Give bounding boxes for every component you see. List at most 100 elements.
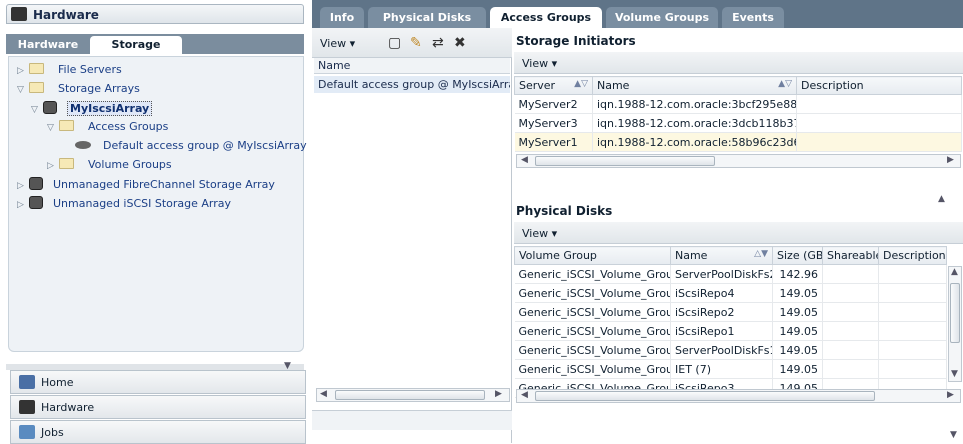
cell-name: iqn.1988-12.com.oracle:58b96c23d636 [592,132,797,152]
sort-icon[interactable]: △▼ [754,249,768,259]
hardware-icon [19,400,35,414]
tab-info[interactable]: Info [320,7,364,28]
hardware-icon [11,7,27,21]
column-header-name[interactable]: Name [314,58,510,74]
table-row[interactable]: MyServer2 iqn.1988-12.com.oracle:3bcf295… [514,94,962,114]
tree-item-volume-groups[interactable]: ▷ Volume Groups [47,158,172,176]
table-row[interactable]: MyServer3 iqn.1988-12.com.oracle:3dcb118… [514,113,962,133]
cell-name: iqn.1988-12.com.oracle:3dcb118b3711 [592,113,797,133]
cell-server: MyServer2 [514,94,593,114]
list-item[interactable]: Default access group @ MyIscsiArray [314,76,510,93]
cell-name: IET (7) [670,359,773,379]
scroll-right-icon[interactable]: ▶ [495,389,502,399]
present-icon[interactable]: ⇄ [432,36,448,50]
column-header-name[interactable]: Name ▲▽ [592,76,797,95]
edit-icon[interactable]: ✎ [410,36,426,50]
section-title-physical-disks: Physical Disks [516,204,613,218]
cell-size: 149.05 [772,321,823,341]
access-group-list: View ▾ ▢ ✎ ⇄ ✖ Name Default access group… [312,28,512,443]
horizontal-scrollbar[interactable]: ◀ ▶ [316,388,510,402]
tab-events[interactable]: Events [722,7,784,28]
column-header-name[interactable]: Name △▼ [670,246,773,265]
tab-hardware[interactable]: Hardware [10,36,86,54]
scroll-up-icon[interactable]: ▲ [951,267,958,277]
table-row[interactable]: Generic_iSCSI_Volume_Group ServerPoolDisk… [514,340,947,360]
cell-shareable [822,283,879,303]
tree-item-unmanaged-iscsi[interactable]: ▷ Unmanaged iSCSI Storage Array [17,196,231,214]
cell-description [878,302,947,322]
scroll-right-icon[interactable]: ▶ [947,155,954,165]
table-row[interactable]: MyServer1 iqn.1988-12.com.oracle:58b96c2… [514,132,962,152]
cell-server: MyServer1 [514,132,593,152]
collapse-down-icon[interactable]: ▼ [950,430,957,440]
expand-icon[interactable]: ▷ [17,66,29,76]
table-row[interactable]: Generic_iSCSI_Volume_Group IET (7) 149.05 [514,359,947,379]
scroll-thumb[interactable] [535,391,875,401]
cell-server: MyServer3 [514,113,593,133]
column-header-shareable[interactable]: Shareable [822,246,879,265]
tree-item-unmanaged-fc[interactable]: ▷ Unmanaged FibreChannel Storage Array [17,177,275,195]
storage-array-icon [29,196,43,209]
tab-access-groups[interactable]: Access Groups [490,7,602,28]
scroll-left-icon[interactable]: ◀ [521,155,528,165]
collapse-icon[interactable]: ▽ [31,105,43,115]
sort-icon[interactable]: ▲▽ [778,79,792,89]
expand-icon[interactable]: ▷ [17,181,29,191]
cell-description [796,94,962,114]
column-header-server[interactable]: Server ▲▽ [514,76,593,95]
cell-size: 149.05 [772,283,823,303]
storage-tree: ▷ File Servers ▽ Storage Arrays ▽ MyIscsiAr… [8,56,307,352]
view-menu-button[interactable]: View ▾ [522,57,557,70]
table-row[interactable]: Generic_iSCSI_Volume_Group iScsiRepo2 149.… [514,302,947,322]
table-row[interactable]: Generic_iSCSI_Volume_Group ServerPoolDisk… [514,264,947,284]
scroll-thumb[interactable] [950,283,960,343]
tree-item-myiscsiarray[interactable]: ▽ MyIscsiArray [31,101,153,119]
create-icon[interactable]: ▢ [388,36,404,50]
disks-vscrollbar[interactable]: ▲ ▼ [948,266,962,382]
nav-jobs[interactable]: Jobs [10,420,306,444]
disks-hscrollbar[interactable]: ◀ ▶ [516,389,961,403]
view-menu-button[interactable]: View ▾ [320,37,355,50]
disks-toolbar: View ▾ [514,222,963,244]
scroll-left-icon[interactable]: ◀ [521,390,528,400]
column-header-description[interactable]: Description [878,246,947,265]
tree-item-default-access-group[interactable]: Default access group @ MyIscsiArray [75,139,307,157]
cell-volume-group: Generic_iSCSI_Volume_Group [514,340,671,360]
scroll-down-icon[interactable]: ▼ [951,369,958,379]
sort-icon[interactable]: ▲▽ [574,79,588,89]
tree-item-access-groups[interactable]: ▽ Access Groups [47,120,168,138]
scroll-thumb[interactable] [335,390,485,400]
storage-array-icon [43,101,57,114]
cell-shareable [822,359,879,379]
expand-icon[interactable]: ▷ [47,161,59,171]
column-header-size[interactable]: Size (GB) [772,246,823,265]
delete-icon[interactable]: ✖ [454,36,470,50]
scroll-thumb[interactable] [535,156,715,166]
cell-shareable [822,264,879,284]
nav-home[interactable]: Home [10,370,306,394]
tab-physical-disks[interactable]: Physical Disks [368,7,486,28]
nav-hardware[interactable]: Hardware [10,395,306,419]
cell-description [878,264,947,284]
folder-icon [59,120,74,131]
cell-name: iScsiRepo1 [670,321,773,341]
initiators-hscrollbar[interactable]: ◀ ▶ [516,154,961,168]
tree-item-file-servers[interactable]: ▷ File Servers [17,63,122,81]
collapse-icon[interactable]: ▽ [17,85,29,95]
table-row[interactable]: Generic_iSCSI_Volume_Group iScsiRepo1 149.… [514,321,947,341]
column-header-description[interactable]: Description [796,76,962,95]
panel-title: Hardware [6,4,304,24]
scroll-left-icon[interactable]: ◀ [320,389,327,399]
scroll-right-icon[interactable]: ▶ [947,390,954,400]
expand-icon[interactable]: ▷ [17,200,29,210]
view-menu-button[interactable]: View ▾ [522,227,557,240]
tree-item-storage-arrays[interactable]: ▽ Storage Arrays [17,82,140,100]
collapse-icon[interactable]: ▽ [47,123,59,133]
column-header-volume-group[interactable]: Volume Group [514,246,671,265]
collapse-up-icon[interactable]: ▲ [938,194,945,204]
table-row[interactable]: Generic_iSCSI_Volume_Group iScsiRepo4 149.… [514,283,947,303]
mid-toolbar: View ▾ ▢ ✎ ⇄ ✖ [312,28,512,58]
cell-name: ServerPoolDiskFs2 [670,264,773,284]
tab-storage[interactable]: Storage [90,36,182,54]
tab-volume-groups[interactable]: Volume Groups [606,7,718,28]
